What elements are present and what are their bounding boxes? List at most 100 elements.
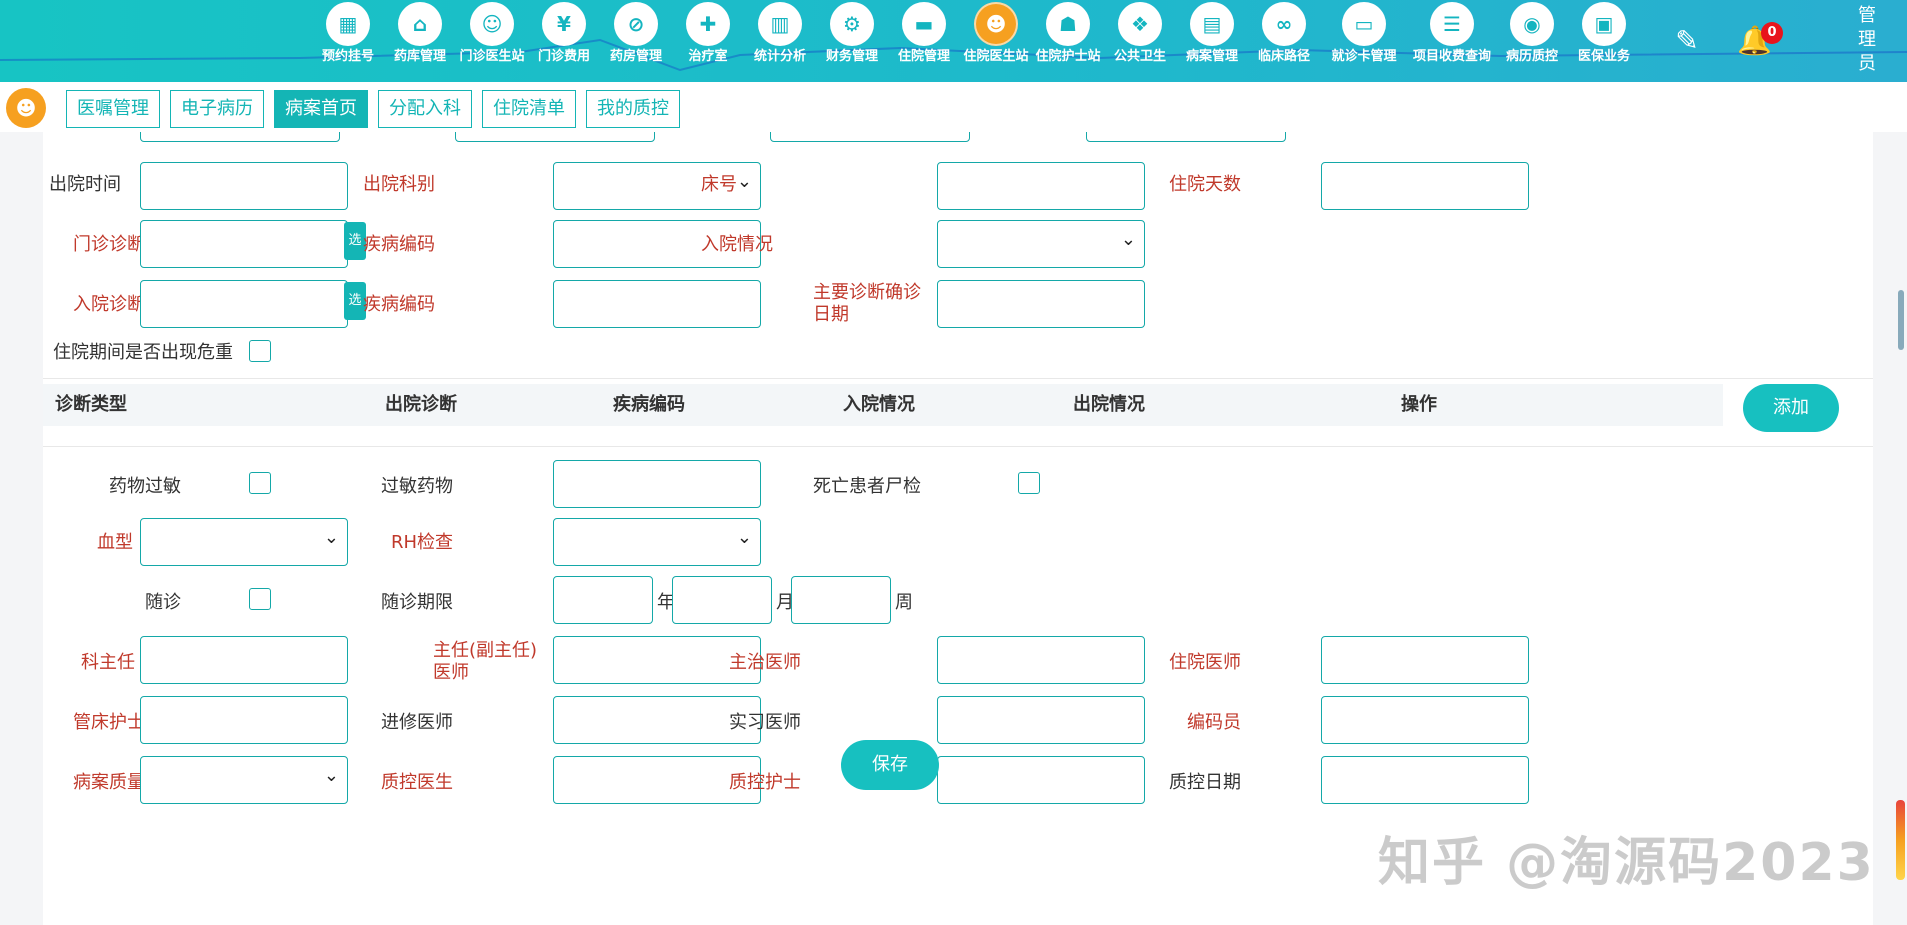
nav-item-7[interactable]: ⚙ 财务管理 [816, 0, 888, 82]
coder-label: 编码员 [1187, 712, 1241, 733]
tab-2[interactable]: 病案首页 [274, 90, 368, 128]
admission-status-select[interactable] [937, 220, 1145, 268]
card-icon: ▭ [1342, 2, 1386, 46]
followup-week-field[interactable] [791, 576, 891, 624]
nav-item-5[interactable]: ✚ 治疗室 [672, 0, 744, 82]
intern-field[interactable] [937, 696, 1145, 744]
tab-0[interactable]: 医嘱管理 [66, 90, 160, 128]
field-partial-2[interactable] [455, 132, 655, 142]
dept-director-field[interactable] [140, 636, 348, 684]
th-admission-status: 入院情况 [843, 394, 915, 415]
nav-item-label: 病历质控 [1505, 49, 1558, 64]
nav-item-14[interactable]: ▭ 就诊卡管理 [1320, 0, 1408, 82]
disease-code-label-1: 疾病编码 [363, 234, 435, 255]
followup-month-field[interactable] [672, 576, 772, 624]
pill-icon: ⊘ [614, 2, 658, 46]
nav-item-9[interactable]: ☻ 住院医生站 [960, 0, 1032, 82]
stay-days-field[interactable] [1321, 162, 1529, 210]
outpatient-diag-field[interactable] [140, 220, 348, 268]
tab-3[interactable]: 分配入科 [378, 90, 472, 128]
allergy-drug-field[interactable] [553, 460, 761, 508]
nav-item-12[interactable]: ▤ 病案管理 [1176, 0, 1248, 82]
nav-item-15[interactable]: ☰ 项目收费查询 [1408, 0, 1496, 82]
fee-query-icon: ☰ [1430, 2, 1474, 46]
stay-days-label: 住院天数 [1169, 174, 1241, 195]
autopsy-checkbox[interactable] [1018, 472, 1040, 494]
chief-physician-label: 主任(副主任)医师 [433, 640, 538, 683]
discharge-time-label: 出院时间 [49, 174, 121, 195]
bed-nurse-label: 管床护士 [73, 712, 145, 733]
pathway-icon: ∞ [1262, 2, 1306, 46]
nav-item-label: 公共卫生 [1113, 49, 1166, 64]
followup-year-field[interactable] [553, 576, 653, 624]
bed-nurse-field[interactable] [140, 696, 348, 744]
field-partial-3[interactable] [770, 132, 970, 142]
nav-item-2[interactable]: ☺ 门诊医生站 [456, 0, 528, 82]
save-button[interactable]: 保存 [841, 740, 939, 790]
nav-item-label: 项目收费查询 [1412, 49, 1491, 64]
scrollbar-thumb[interactable] [1898, 290, 1904, 350]
attending-label: 主治医师 [729, 652, 801, 673]
field-partial-1[interactable] [140, 132, 340, 142]
field-partial-4[interactable] [1086, 132, 1286, 142]
nav-item-label: 预约挂号 [321, 49, 374, 64]
nav-item-17[interactable]: ▣ 医保业务 [1568, 0, 1640, 82]
nav-item-3[interactable]: ¥ 门诊费用 [528, 0, 600, 82]
nurse-icon: ✚ [686, 2, 730, 46]
blood-type-select[interactable] [140, 518, 348, 566]
followup-checkbox[interactable] [249, 588, 271, 610]
nav-item-0[interactable]: ▦ 预约挂号 [312, 0, 384, 82]
admin-user-label[interactable]: 管理员 [1856, 4, 1878, 76]
qc-date-label: 质控日期 [1169, 772, 1241, 793]
unit-week: 周 [895, 592, 913, 613]
th-actions: 操作 [1401, 394, 1437, 415]
nav-item-8[interactable]: ▬ 住院管理 [888, 0, 960, 82]
nav-item-label: 病案管理 [1185, 49, 1238, 64]
discharge-dept-label: 出院科别 [363, 174, 435, 195]
rh-check-select[interactable] [553, 518, 761, 566]
qc-nurse-field[interactable] [937, 756, 1145, 804]
rh-check-label: RH检查 [390, 532, 453, 553]
nurse-station-icon: ☗ [1046, 2, 1090, 46]
nav-item-13[interactable]: ∞ 临床路径 [1248, 0, 1320, 82]
record-quality-select[interactable] [140, 756, 348, 804]
disease-code-field-2[interactable] [553, 280, 761, 328]
nav-item-16[interactable]: ◉ 病历质控 [1496, 0, 1568, 82]
tab-1[interactable]: 电子病历 [170, 90, 264, 128]
outpatient-diag-label: 门诊诊断 [73, 234, 145, 255]
critical-checkbox[interactable] [249, 340, 271, 362]
attending-field[interactable] [937, 636, 1145, 684]
nav-item-label: 统计分析 [753, 49, 806, 64]
nav-item-11[interactable]: ❖ 公共卫生 [1104, 0, 1176, 82]
user-avatar-icon[interactable]: ☻ [6, 88, 46, 128]
critical-label: 住院期间是否出现危重 [53, 342, 233, 363]
qc-nurse-label: 质控护士 [729, 772, 801, 793]
add-diagnosis-button[interactable]: 添加 [1743, 384, 1839, 432]
followup-period-label: 随诊期限 [381, 592, 453, 613]
notification-bell[interactable]: 🔔 0 [1735, 20, 1783, 60]
nav-item-4[interactable]: ⊘ 药房管理 [600, 0, 672, 82]
bed-no-field[interactable] [937, 162, 1145, 210]
hospital-bed-icon: ▬ [902, 2, 946, 46]
admission-diag-field[interactable] [140, 280, 348, 328]
resident-field[interactable] [1321, 636, 1529, 684]
doctor-icon: ☺ [470, 2, 514, 46]
tab-4[interactable]: 住院清单 [482, 90, 576, 128]
drug-allergy-checkbox[interactable] [249, 472, 271, 494]
qc-date-field[interactable] [1321, 756, 1529, 804]
edit-icon[interactable]: ✎ [1670, 24, 1704, 58]
medical-record-form: 出院时间 出院科别 床号 住院天数 门诊诊断 选 疾病编码 入院情况 入院诊断 … [43, 132, 1873, 925]
nav-item-6[interactable]: ▥ 统计分析 [744, 0, 816, 82]
divider [43, 378, 1873, 379]
scroll-progress-indicator [1896, 800, 1905, 880]
sub-tab-bar: ☻ 医嘱管理 电子病历 病案首页 分配入科 住院清单 我的质控 [0, 82, 1907, 132]
coder-field[interactable] [1321, 696, 1529, 744]
nav-item-1[interactable]: ⌂ 药库管理 [384, 0, 456, 82]
record-quality-label: 病案质量 [73, 772, 145, 793]
main-diag-date-field[interactable] [937, 280, 1145, 328]
nav-item-10[interactable]: ☗ 住院护士站 [1032, 0, 1104, 82]
resident-label: 住院医师 [1169, 652, 1241, 673]
dept-director-label: 科主任 [81, 652, 135, 673]
discharge-time-field[interactable] [140, 162, 348, 210]
tab-5[interactable]: 我的质控 [586, 90, 680, 128]
